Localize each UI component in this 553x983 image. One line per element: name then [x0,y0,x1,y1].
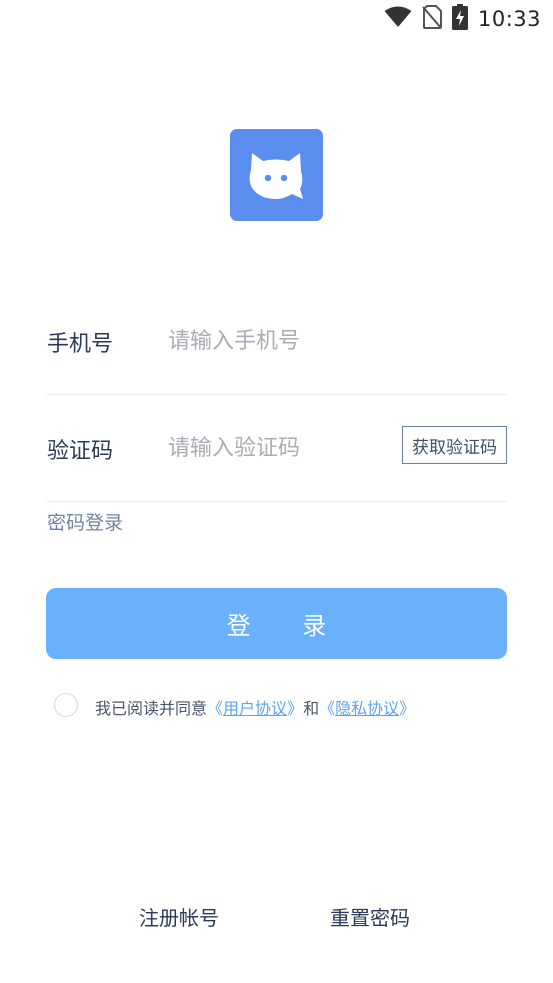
code-row: 验证码 获取验证码 [46,395,507,502]
get-code-button[interactable]: 获取验证码 [402,426,507,464]
phone-label: 手机号 [47,332,114,357]
password-login-link[interactable]: 密码登录 [47,508,123,535]
agreement-conjunction: 和 [303,699,320,718]
app-logo [230,129,323,221]
status-bar: 10:33 [0,0,553,38]
agreement-prefix: 我已阅读并同意 [95,699,208,718]
code-input[interactable] [166,425,390,471]
privacy-policy-link[interactable]: 隐私协议 [335,699,399,718]
status-time: 10:33 [477,7,541,31]
register-link[interactable]: 注册帐号 [139,902,219,931]
battery-charging-icon [451,4,468,34]
wifi-icon [384,6,412,32]
code-label: 验证码 [47,439,114,464]
no-sim-icon [422,5,442,33]
phone-input[interactable] [166,318,390,364]
user-agreement-link[interactable]: 用户协议 [223,699,287,718]
agreement-checkbox[interactable] [54,693,78,717]
phone-row: 手机号 [46,288,507,395]
cat-chat-icon [249,153,303,199]
agreement-text: 我已阅读并同意《用户协议》和《隐私协议》 [95,699,416,718]
login-button[interactable]: 登 录 [46,588,507,659]
status-icons: 10:33 [384,4,541,34]
reset-password-link[interactable]: 重置密码 [330,902,410,931]
